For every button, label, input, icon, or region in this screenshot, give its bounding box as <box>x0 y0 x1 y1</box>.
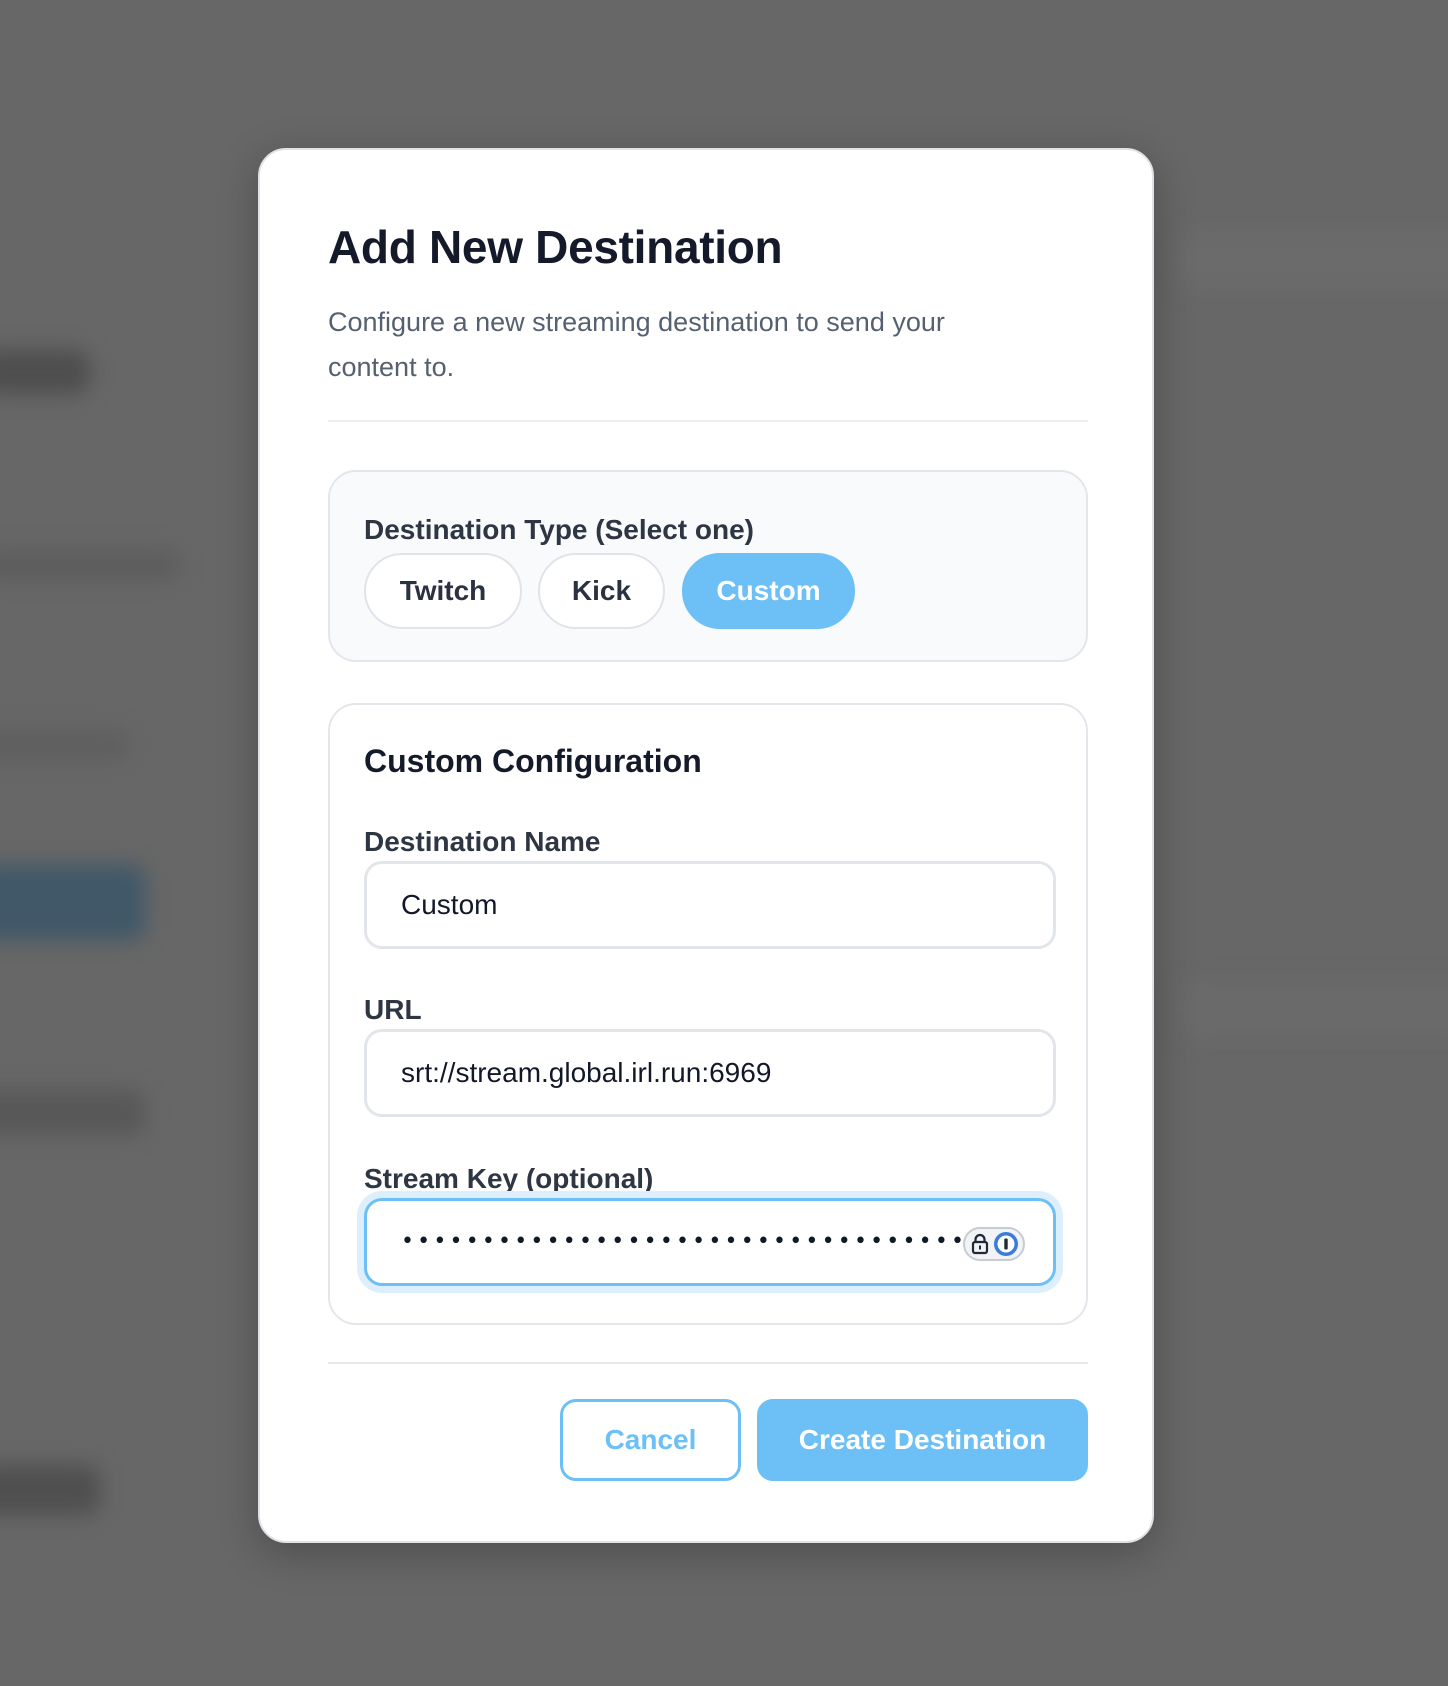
add-destination-dialog: Add New Destination Configure a new stre… <box>258 148 1154 1543</box>
type-option-custom[interactable]: Custom <box>682 553 855 629</box>
type-option-kick[interactable]: Kick <box>538 553 665 629</box>
password-manager-button[interactable] <box>963 1227 1025 1261</box>
background-blur <box>0 350 90 394</box>
url-input[interactable]: srt://stream.global.irl.run:6969 <box>364 1029 1056 1117</box>
custom-configuration-section: Custom Configuration Destination Name Cu… <box>328 703 1088 1325</box>
section-title: Custom Configuration <box>364 743 702 779</box>
destination-type-label: Destination Type (Select one) <box>364 514 754 545</box>
url-label: URL <box>364 994 422 1025</box>
password-manager-icon <box>993 1231 1019 1257</box>
create-destination-button[interactable]: Create Destination <box>757 1399 1088 1481</box>
destination-name-input[interactable]: Custom <box>364 861 1056 949</box>
background-blur <box>0 1465 100 1515</box>
destination-name-label: Destination Name <box>364 826 601 857</box>
divider <box>328 420 1088 422</box>
background-blur <box>1180 230 1448 290</box>
divider <box>328 1362 1088 1364</box>
background-blur <box>0 550 180 580</box>
url-value: srt://stream.global.irl.run:6969 <box>401 1057 772 1088</box>
background-blur <box>1180 980 1448 1040</box>
type-option-twitch[interactable]: Twitch <box>364 553 522 629</box>
dialog-subtitle: Configure a new streaming destination to… <box>328 307 945 382</box>
lock-icon <box>971 1233 989 1255</box>
destination-type-section: Destination Type (Select one) Twitch Kic… <box>328 470 1088 662</box>
dialog-title: Add New Destination <box>328 221 783 273</box>
stream-key-masked-value: •••••••••••••••••••••••••••••••••••••• <box>401 1229 1016 1254</box>
destination-name-value: Custom <box>401 889 498 920</box>
cancel-button[interactable]: Cancel <box>560 1399 741 1481</box>
background-blur <box>0 730 130 760</box>
stream-key-input[interactable]: •••••••••••••••••••••••••••••••••••••• <box>364 1198 1056 1286</box>
background-blur <box>0 1090 145 1135</box>
stream-key-label: Stream Key (optional) <box>364 1163 654 1194</box>
background-blur <box>0 865 145 940</box>
